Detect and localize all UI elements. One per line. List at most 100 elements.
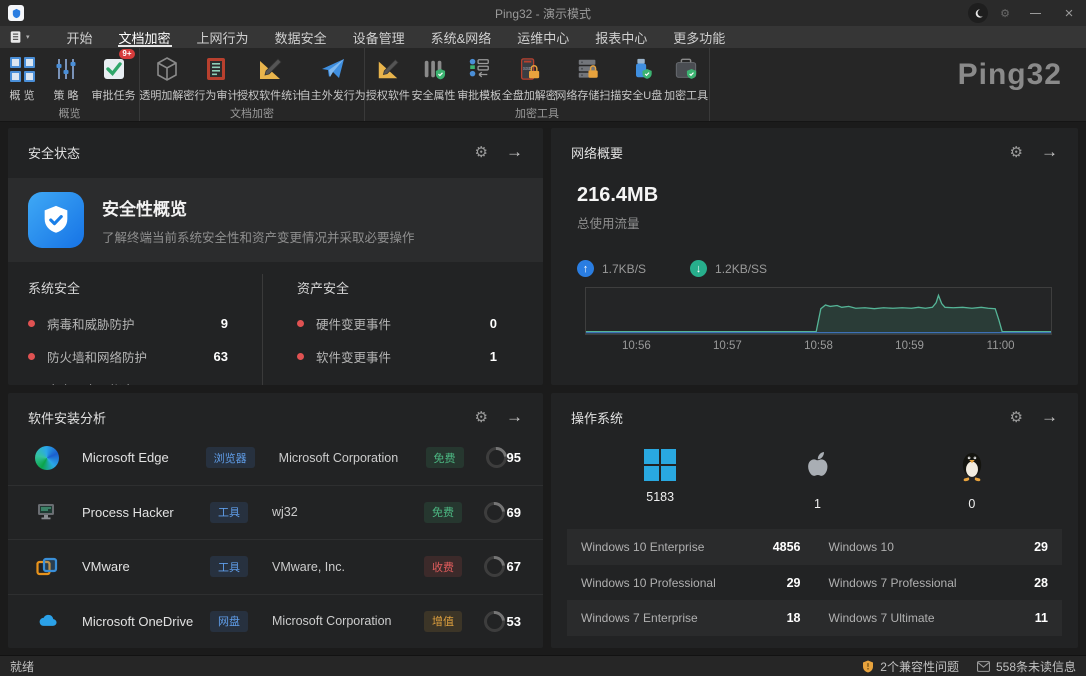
upload-arrow-icon: ↑ <box>577 260 594 277</box>
category-tag: 工具 <box>210 556 248 577</box>
warning-shield-icon <box>862 660 874 673</box>
fence-shield-icon <box>422 53 446 85</box>
outgoing-behavior-button[interactable]: 自主外发行为 <box>301 53 364 103</box>
system-security-column: 系统安全 病毒和威胁防护 9 防火墙和网络防护 63 未启用密码帐户 <box>28 274 263 385</box>
software-row-edge[interactable]: Microsoft Edge 浏览器 Microsoft Corporation… <box>8 431 543 486</box>
main-menu-button[interactable]: ▾ <box>0 26 40 48</box>
security-attributes-button[interactable]: 安全属性 <box>411 53 457 103</box>
window-controls: ⚙ × <box>964 0 1086 26</box>
edge-app-icon <box>34 445 60 471</box>
dashboard: 安全状态 ⚙ → 安全性概览 了解终端当前系统安全性和资产变更情况并采取必要操作… <box>0 122 1086 655</box>
status-bar: 就绪 2个兼容性问题 558条未读信息 <box>0 655 1086 676</box>
panel-security-status: 安全状态 ⚙ → 安全性概览 了解终端当前系统安全性和资产变更情况并采取必要操作… <box>8 128 543 385</box>
window-title: Ping32 - 演示模式 <box>0 5 1086 22</box>
tab-ops-center[interactable]: 运维中心 <box>504 26 582 48</box>
speed-row: ↑ 1.7KB/S ↓ 1.2KB/SS <box>577 260 1058 277</box>
panel-gear-icon[interactable]: ⚙ <box>1010 143 1023 161</box>
software-row-vmware[interactable]: VMware 工具 VMware, Inc. 收费 67 <box>8 540 543 595</box>
ribbon-group-label-encryption-tools: 加密工具 <box>365 103 709 125</box>
panel-title: 操作系统 <box>571 408 623 427</box>
software-row-processhacker[interactable]: Process Hacker 工具 wj32 免费 69 <box>8 486 543 541</box>
ribbon-toolbar: 概 览 策 略 9+ 审批任务 概览 <box>0 48 1086 122</box>
table-row: Windows 10 Professional29 Windows 7 Prof… <box>567 565 1062 601</box>
tab-document-encryption[interactable]: 文档加密 <box>106 26 184 48</box>
price-tag: 免费 <box>426 447 464 468</box>
tab-report-center[interactable]: 报表中心 <box>582 26 660 48</box>
panel-title: 网络概要 <box>571 143 623 162</box>
behavior-audit-button[interactable]: 行为审计 <box>194 53 239 103</box>
network-chart: 10:56 10:57 10:58 10:59 11:00 <box>585 287 1052 356</box>
title-bar: Ping32 - 演示模式 ⚙ × <box>0 0 1086 26</box>
tab-web-behavior[interactable]: 上网行为 <box>184 26 262 48</box>
price-tag: 收费 <box>424 556 462 577</box>
tab-data-security[interactable]: 数据安全 <box>262 26 340 48</box>
table-row: Windows 7 Enterprise18 Windows 7 Ultimat… <box>567 600 1062 636</box>
list-item: 硬件变更事件 0 <box>297 307 497 340</box>
score-ring-icon <box>480 497 510 527</box>
authorized-software-button[interactable]: 授权软件 <box>365 53 411 103</box>
authorized-software-stats-button[interactable]: 授权软件统计 <box>239 53 302 103</box>
panel-gear-icon[interactable]: ⚙ <box>475 408 488 426</box>
policy-button[interactable]: 策 略 <box>44 53 88 103</box>
tab-system-network[interactable]: 系统&网络 <box>418 26 505 48</box>
panel-arrow-icon[interactable]: → <box>1041 142 1058 162</box>
os-windows: 5183 <box>644 449 676 511</box>
download-arrow-icon: ↓ <box>690 260 707 277</box>
tab-start[interactable]: 开始 <box>54 26 106 48</box>
minimize-button[interactable] <box>1018 0 1052 26</box>
encryption-toolkit-button[interactable]: 加密工具 <box>663 53 709 103</box>
panel-arrow-icon[interactable]: → <box>506 407 523 427</box>
panel-arrow-icon[interactable]: → <box>506 142 523 162</box>
red-dot-icon <box>297 353 304 360</box>
network-storage-scan-button[interactable]: 网络存储扫描 <box>557 53 621 103</box>
vmware-app-icon <box>34 554 60 580</box>
network-chart-plot <box>585 287 1052 335</box>
list-item: 防火墙和网络防护 63 <box>28 340 228 373</box>
secure-usb-button[interactable]: 安全U盘 <box>620 53 663 103</box>
approval-tasks-button[interactable]: 9+ 审批任务 <box>88 53 139 103</box>
category-tag: 浏览器 <box>206 447 255 468</box>
panel-software-analysis: 软件安装分析 ⚙ → Microsoft Edge 浏览器 Microsoft … <box>8 393 543 648</box>
panel-gear-icon[interactable]: ⚙ <box>1010 408 1023 426</box>
unread-messages-status[interactable]: 558条未读信息 <box>977 658 1076 675</box>
menu-tab-row: ▾ 开始 文档加密 上网行为 数据安全 设备管理 系统&网络 运维中心 报表中心… <box>0 26 1086 48</box>
panel-network-summary: 网络概要 ⚙ → 216.4MB 总使用流量 ↑ 1.7KB/S ↓ 1.2KB… <box>551 128 1078 385</box>
status-ready: 就绪 <box>10 658 34 675</box>
theme-moon-icon[interactable] <box>964 0 992 26</box>
upload-speed: ↑ 1.7KB/S <box>577 260 646 277</box>
score-ring-icon <box>480 606 510 636</box>
security-columns: 系统安全 病毒和威胁防护 9 防火墙和网络防护 63 未启用密码帐户 <box>28 274 523 385</box>
panel-arrow-icon[interactable]: → <box>1041 407 1058 427</box>
price-tag: 免费 <box>424 502 462 523</box>
full-disk-encryption-button[interactable]: SSD 全盘加解密 <box>502 53 557 103</box>
process-hacker-app-icon <box>34 499 60 525</box>
overview-button[interactable]: 概 览 <box>0 53 44 103</box>
ribbon-group-doc-encryption: 透明加解密 行为审计 授权软件统计 <box>140 48 365 121</box>
category-tag: 工具 <box>210 502 248 523</box>
audit-list-icon <box>204 53 228 85</box>
software-row-onedrive[interactable]: Microsoft OneDrive 网盘 Microsoft Corporat… <box>8 595 543 649</box>
menu-tabs: 开始 文档加密 上网行为 数据安全 设备管理 系统&网络 运维中心 报表中心 更… <box>54 26 739 48</box>
approval-template-button[interactable]: 审批模板 <box>456 53 502 103</box>
tab-more-features[interactable]: 更多功能 <box>660 26 738 48</box>
panel-gear-icon[interactable]: ⚙ <box>475 143 488 161</box>
shield-check-icon <box>28 192 84 248</box>
asset-security-column: 资产安全 硬件变更事件 0 软件变更事件 1 <box>263 274 523 385</box>
tab-device-management[interactable]: 设备管理 <box>340 26 418 48</box>
hero-title: 安全性概览 <box>102 195 415 220</box>
mail-icon <box>977 661 990 672</box>
briefcase-shield-icon <box>674 53 698 85</box>
setsquare-pencil-icon <box>257 53 283 85</box>
transparent-encryption-button[interactable]: 透明加解密 <box>140 53 194 103</box>
approval-badge: 9+ <box>119 49 134 59</box>
apple-logo-icon <box>802 449 832 488</box>
settings-gear-icon[interactable]: ⚙ <box>992 0 1018 26</box>
score-ring-icon <box>480 552 510 582</box>
security-overview-hero: 安全性概览 了解终端当前系统安全性和资产变更情况并采取必要操作 <box>8 178 543 262</box>
windows-logo-icon <box>644 449 676 481</box>
setsquare-icon <box>376 53 400 85</box>
ssd-lock-icon: SSD <box>517 53 541 85</box>
red-dot-icon <box>297 320 304 327</box>
close-button[interactable]: × <box>1052 0 1086 26</box>
compatibility-status[interactable]: 2个兼容性问题 <box>862 658 959 675</box>
